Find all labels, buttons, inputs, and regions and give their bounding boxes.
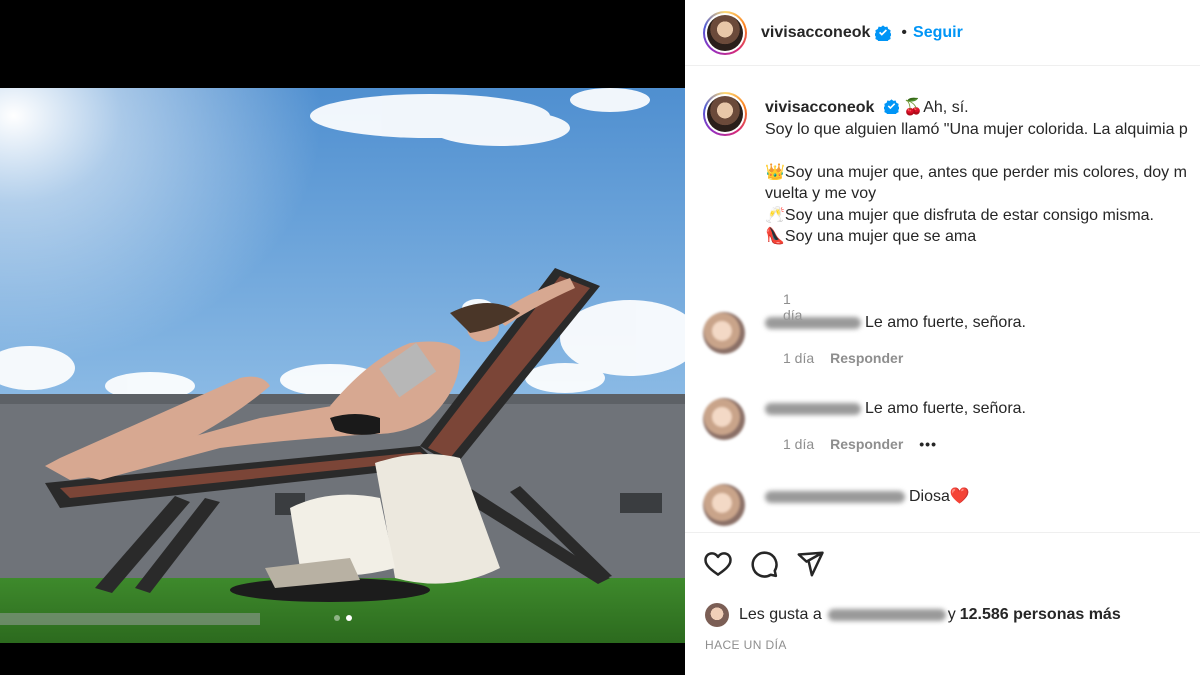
likes-connector: y — [947, 606, 956, 623]
follow-button[interactable]: Seguir — [913, 24, 963, 42]
likes-count[interactable]: 12.586 personas más — [960, 606, 1121, 624]
post-sidebar: vivisacconeok • Seguir vivisacconeok 🍒Ah… — [685, 0, 1200, 675]
share-send-icon[interactable] — [795, 549, 825, 579]
comment-text: Diosa — [909, 488, 950, 505]
verified-badge-icon — [883, 99, 899, 114]
post-header: vivisacconeok • Seguir — [685, 0, 1200, 66]
post-timestamp[interactable]: HACE UN DÍA — [705, 638, 787, 652]
caption-line-1: Ah, sí. — [923, 99, 969, 116]
crown-emoji: 👑 — [765, 163, 785, 181]
cherry-emoji: 🍒 — [903, 99, 924, 116]
carousel-dot[interactable] — [333, 615, 340, 621]
blurred-username[interactable] — [765, 490, 905, 503]
caption-text: vivisacconeok 🍒Ah, sí. Soy lo que alguie… — [765, 97, 1200, 248]
toast-emoji: 🥂 — [765, 206, 785, 224]
caption-avatar[interactable] — [703, 92, 747, 136]
verified-badge-icon — [875, 24, 892, 41]
liker-avatar — [705, 603, 729, 627]
caption-line-3: Soy una mujer que, antes que perder mis … — [784, 163, 1187, 181]
author-username[interactable]: vivisacconeok — [761, 24, 870, 42]
comments-list[interactable]: vivisacconeok 🍒Ah, sí. Soy lo que alguie… — [685, 67, 1200, 532]
reply-button[interactable]: Responder — [830, 350, 903, 366]
caption-username[interactable]: vivisacconeok — [765, 99, 874, 116]
commenter-avatar[interactable] — [703, 312, 745, 354]
commenter-avatar[interactable] — [703, 398, 745, 440]
comment-age[interactable]: 1 día — [783, 436, 814, 452]
post-actions: Les gusta a y 12.586 personas más HACE U… — [685, 532, 1200, 675]
post-media — [0, 0, 685, 675]
carousel-indicator — [0, 615, 685, 621]
header-separator: • — [901, 23, 908, 41]
commenter-avatar[interactable] — [703, 484, 745, 526]
caption-line-2: Soy lo que alguien llamó "Una mujer colo… — [765, 120, 1188, 138]
sunbathing-photo — [0, 88, 685, 643]
heart-emoji: ❤️ — [949, 488, 970, 505]
comment-text: Le amo fuerte, señora. — [865, 400, 1026, 417]
author-avatar[interactable] — [703, 10, 747, 55]
blurred-liker-name[interactable] — [827, 609, 946, 621]
caption-line-5: Soy una mujer que disfruta de estar cons… — [784, 206, 1154, 224]
carousel-dot-active[interactable] — [345, 615, 352, 621]
likes-summary[interactable]: Les gusta a y 12.586 personas más — [705, 603, 1121, 627]
post-photo[interactable] — [0, 88, 685, 643]
blurred-username[interactable] — [765, 402, 861, 415]
more-options-icon[interactable]: ••• — [919, 436, 937, 452]
blurred-username[interactable] — [765, 316, 861, 329]
like-heart-icon[interactable] — [703, 549, 733, 579]
comment-bubble-icon[interactable] — [749, 549, 779, 579]
reply-button[interactable]: Responder — [830, 436, 903, 452]
heel-emoji: 👠 — [765, 228, 785, 245]
comment-text: Le amo fuerte, señora. — [865, 314, 1026, 331]
likes-prefix: Les gusta a — [739, 606, 822, 623]
comment-age[interactable]: 1 día — [783, 350, 814, 366]
caption-line-6: Soy una mujer que se ama — [784, 228, 977, 245]
caption-line-4: vuelta y me voy — [765, 185, 877, 202]
